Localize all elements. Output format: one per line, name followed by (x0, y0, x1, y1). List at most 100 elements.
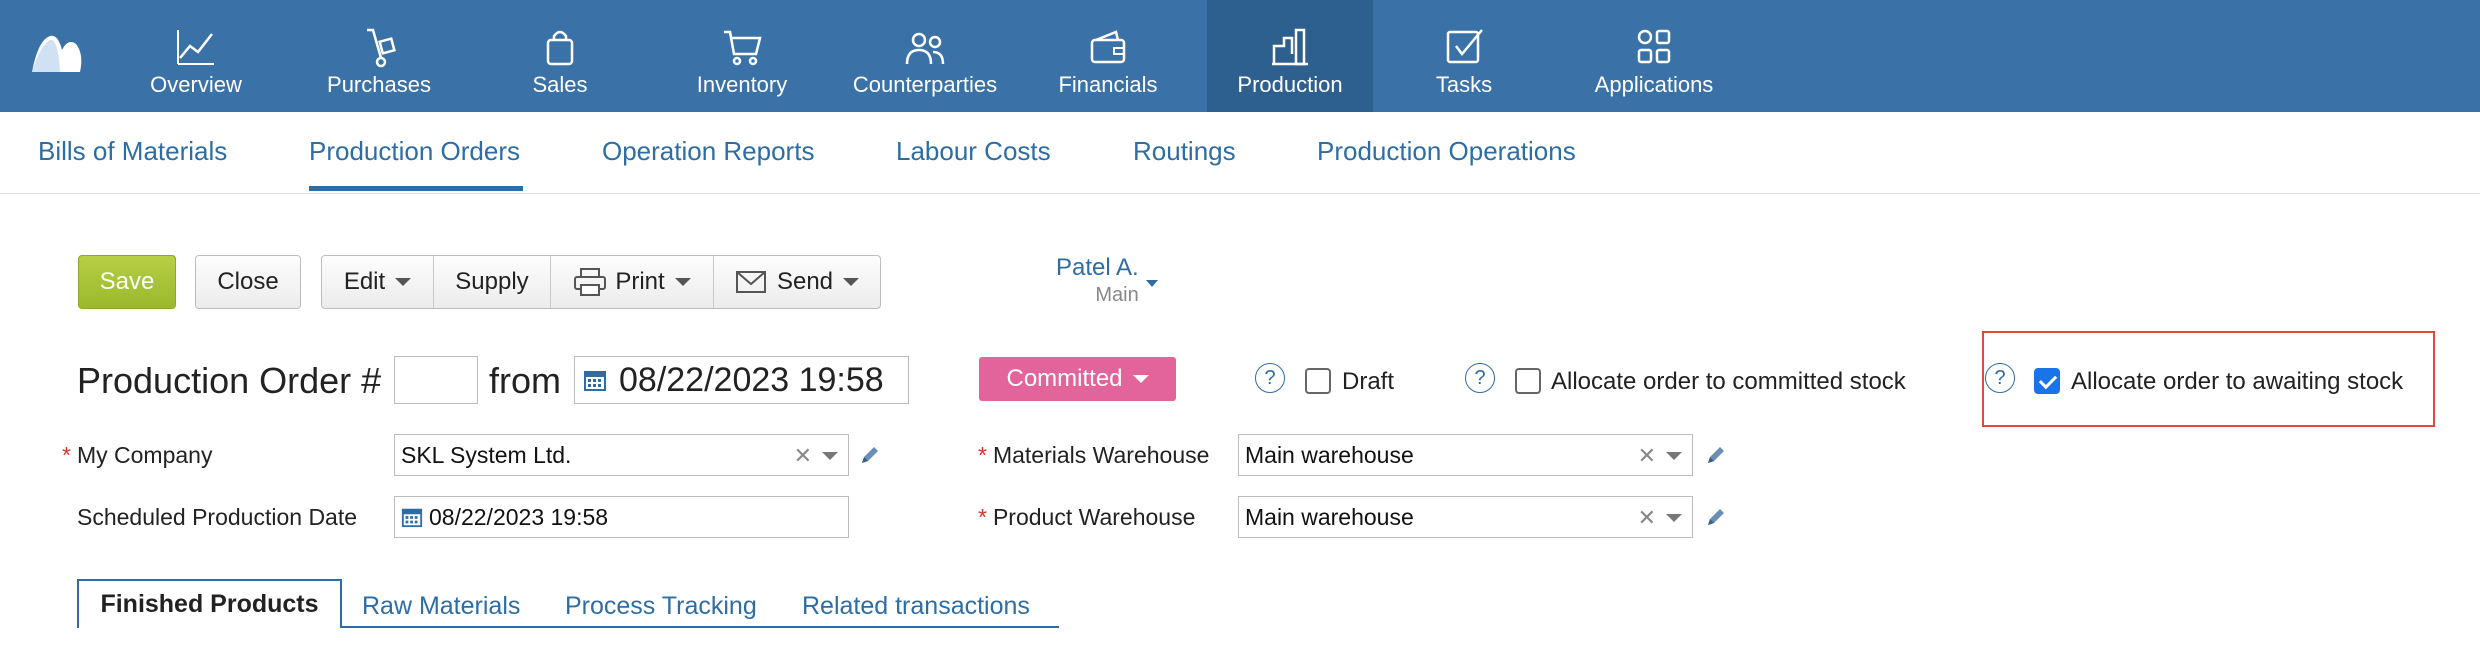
product-warehouse-select[interactable]: Main warehouse ✕ (1238, 496, 1693, 538)
subnav-labour-costs[interactable]: Labour Costs (896, 136, 1051, 167)
tab-finished-products[interactable]: Finished Products (77, 579, 342, 628)
edit-button-label: Edit (343, 268, 386, 295)
print-button-label: Print (615, 268, 665, 295)
nav-tasks-label: Tasks (1435, 72, 1493, 97)
tab-related-transactions[interactable]: Related transactions (802, 592, 1030, 621)
committed-stock-checkbox[interactable] (1515, 368, 1541, 394)
clear-icon[interactable]: ✕ (1638, 443, 1656, 469)
app-logo-icon[interactable] (28, 30, 84, 76)
people-icon (905, 32, 945, 65)
chevron-down-icon (395, 278, 412, 286)
action-button-group: Edit Supply Print Send (321, 255, 881, 309)
send-button-label: Send (776, 268, 834, 295)
nav-financials[interactable]: Financials (1054, 0, 1162, 112)
checkbox-icon (1446, 29, 1483, 64)
envelope-icon (735, 271, 766, 293)
owner-selector[interactable]: Patel A. Main (1056, 254, 1139, 307)
nav-inventory[interactable]: Inventory (692, 0, 792, 112)
materials-warehouse-value: Main warehouse (1245, 441, 1414, 468)
committed-stock-label: Allocate order to committed stock (1551, 368, 1906, 395)
owner-department: Main (1095, 284, 1139, 306)
subnav-production-operations[interactable]: Production Operations (1317, 136, 1576, 167)
materials-warehouse-label: * Materials Warehouse (978, 442, 1210, 468)
apps-grid-icon (1637, 29, 1671, 64)
nav-sales-label: Sales (532, 72, 588, 97)
awaiting-stock-help-icon[interactable]: ? (1985, 363, 2015, 393)
owner-chevron-down-icon[interactable] (1146, 280, 1158, 287)
wallet-icon (1090, 30, 1126, 64)
draft-help-icon[interactable]: ? (1255, 363, 1285, 393)
order-date-value: 08/22/2023 19:58 (619, 360, 884, 399)
calendar-icon[interactable] (583, 368, 607, 392)
edit-materials-warehouse-icon[interactable] (1705, 444, 1727, 466)
page-title: Production Order # (77, 360, 382, 401)
awaiting-stock-checkbox[interactable] (2034, 368, 2060, 394)
owner-name: Patel A. (1056, 254, 1139, 281)
subnav-production-orders[interactable]: Production Orders (309, 136, 520, 167)
chevron-down-icon[interactable] (822, 452, 838, 460)
edit-dropdown-button[interactable]: Edit (322, 256, 434, 308)
chevron-down-icon (674, 278, 691, 286)
nav-applications[interactable]: Applications (1590, 0, 1718, 112)
status-dropdown[interactable]: Committed (979, 357, 1176, 401)
chart-line-icon (177, 30, 214, 65)
nav-applications-label: Applications (1594, 72, 1714, 97)
draft-checkbox[interactable] (1305, 368, 1331, 394)
supply-button[interactable]: Supply (434, 256, 551, 308)
nav-overview[interactable]: Overview (138, 0, 254, 112)
materials-warehouse-select[interactable]: Main warehouse ✕ (1238, 434, 1693, 476)
clear-icon[interactable]: ✕ (794, 443, 812, 469)
draft-label: Draft (1342, 368, 1395, 395)
subnav-active-indicator (309, 186, 523, 191)
chevron-down-icon (843, 278, 860, 286)
hand-truck-icon (367, 28, 396, 68)
save-button[interactable]: Save (78, 255, 176, 309)
nav-purchases[interactable]: Purchases (318, 0, 440, 112)
chevron-down-icon (1132, 375, 1149, 383)
shopping-bag-icon (546, 30, 574, 66)
tab-process-tracking[interactable]: Process Tracking (565, 592, 757, 621)
factory-icon (1272, 28, 1308, 66)
nav-production[interactable]: Production (1207, 0, 1373, 112)
chevron-down-icon[interactable] (1666, 514, 1682, 522)
scheduled-date-label: Scheduled Production Date (77, 504, 358, 530)
product-warehouse-label: * Product Warehouse (978, 504, 1196, 530)
close-button[interactable]: Close (195, 255, 301, 309)
from-label: from (489, 360, 561, 401)
sub-navigation: Bills of Materials Production Orders Ope… (0, 112, 2480, 194)
nav-production-label: Production (1237, 72, 1343, 97)
printer-icon (574, 268, 607, 296)
subnav-bills-of-materials[interactable]: Bills of Materials (38, 136, 227, 167)
nav-inventory-label: Inventory (696, 72, 788, 97)
cart-icon (724, 30, 762, 66)
scheduled-date-field[interactable]: 08/22/2023 19:58 (394, 496, 849, 538)
product-warehouse-value: Main warehouse (1245, 503, 1414, 530)
calendar-icon[interactable] (401, 506, 423, 528)
subnav-operation-reports[interactable]: Operation Reports (602, 136, 814, 167)
subnav-routings[interactable]: Routings (1133, 136, 1236, 167)
nav-counterparties-label: Counterparties (852, 72, 998, 97)
clear-icon[interactable]: ✕ (1638, 505, 1656, 531)
company-value: SKL System Ltd. (401, 441, 572, 468)
awaiting-stock-label: Allocate order to awaiting stock (2071, 368, 2404, 395)
chevron-down-icon[interactable] (1666, 452, 1682, 460)
supply-button-label: Supply (455, 268, 529, 295)
nav-purchases-label: Purchases (327, 72, 431, 97)
print-dropdown-button[interactable]: Print (551, 256, 714, 308)
committed-stock-help-icon[interactable]: ? (1465, 363, 1495, 393)
edit-product-warehouse-icon[interactable] (1705, 506, 1727, 528)
edit-company-icon[interactable] (859, 444, 881, 466)
send-dropdown-button[interactable]: Send (714, 256, 880, 308)
nav-financials-label: Financials (1058, 72, 1158, 97)
status-label: Committed (1006, 365, 1123, 392)
nav-overview-label: Overview (150, 72, 242, 97)
company-label: * My Company (62, 442, 213, 468)
top-navigation: Overview Purchases Sales Inventory Count… (0, 0, 2480, 112)
nav-sales[interactable]: Sales (512, 0, 608, 112)
company-select[interactable]: SKL System Ltd. ✕ (394, 434, 849, 476)
tab-raw-materials[interactable]: Raw Materials (362, 592, 520, 621)
order-date-field[interactable]: 08/22/2023 19:58 (574, 356, 909, 404)
order-number-input[interactable] (394, 356, 478, 404)
nav-counterparties[interactable]: Counterparties (848, 0, 1002, 112)
nav-tasks[interactable]: Tasks (1424, 0, 1504, 112)
